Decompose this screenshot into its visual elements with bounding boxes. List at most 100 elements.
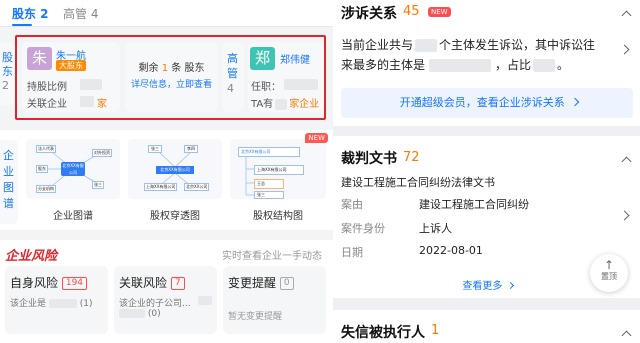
dishonest-count: 1: [431, 323, 440, 338]
remaining-suffix: 条 股东: [171, 63, 205, 74]
summary-part: 当前企业共与: [341, 38, 414, 52]
graph-node: 北京XX公司: [184, 183, 210, 191]
masked-value: [533, 59, 556, 72]
remaining-count: 1: [161, 63, 169, 74]
hold-ratio-label: 持股比例: [27, 82, 67, 93]
change-alert-card[interactable]: 变更提醒 0 暂无变更提醒: [223, 266, 326, 334]
side-char: 高: [227, 52, 238, 65]
back-to-top-button[interactable]: ↑ 置顶: [590, 254, 628, 292]
avatar: 朱: [27, 47, 52, 70]
graph-center-node: 北京XX有限公司: [61, 162, 85, 176]
graph-node: 李四: [184, 145, 198, 153]
right-panel: 涉诉关系 45 NEW 当前企业共与 个主体发生诉讼，其中诉讼往 来最多的主体是 ，…: [333, 0, 640, 343]
view-details-link[interactable]: 详尽信息，立即查看: [125, 77, 218, 90]
document-title[interactable]: 建设工程施工合同纠纷法律文书: [341, 174, 495, 190]
executive-side-stub[interactable]: 高 管 4: [222, 42, 244, 112]
judgment-count: 72: [403, 150, 420, 165]
equity-structure-thumbnail: 北京XX有限公司 上海XX有限公司 王总 张三: [230, 139, 326, 199]
shareholder-tabs: 股东 2 高管 4: [0, 0, 333, 27]
judgment-title: 裁判文书: [341, 151, 397, 167]
chevron-right-icon: [571, 97, 580, 107]
new-badge: NEW: [428, 7, 451, 17]
shareholder-card[interactable]: 朱 朱一航 大股东 持股比例 关联企业 家: [22, 42, 120, 112]
shareholder-side-stub[interactable]: 股 东 2: [0, 43, 16, 105]
graph-side-stub[interactable]: 企 业 图 谱: [0, 140, 18, 224]
equity-penetration-thumbnail: 张三 李四 北京XX有限公司 上海XX有限公司 北京XX公司: [128, 139, 222, 199]
graph-node: 法人代表: [36, 145, 56, 153]
executive-card[interactable]: 郑 郑伟健 任职： TA有 家企业: [248, 42, 324, 112]
remaining-shareholders-card[interactable]: 剩余 1 条 股东 详尽信息，立即查看: [125, 42, 218, 112]
summary-part: 。: [557, 58, 570, 72]
left-panel: 股东 2 高管 4 股 东 2 朱 朱一航 大股东 持股比例 关联企业 家 剩余…: [0, 0, 333, 343]
case-cause-label: 案由: [341, 198, 363, 211]
judgment-section: 裁判文书 72 建设工程施工合同纠纷法律文书 案由 建设工程施工合同纠纷 案件身…: [333, 136, 640, 298]
lawsuit-section: 涉诉关系 45 NEW 当前企业共与 个主体发生诉讼，其中诉讼往 来最多的主体是 ，…: [333, 0, 640, 126]
executive-name[interactable]: 郑伟健: [280, 51, 310, 66]
related-risk-count: 7: [170, 277, 185, 290]
remaining-prefix: 剩余: [138, 63, 159, 74]
self-risk-tail: (1): [79, 299, 93, 309]
side-char: 图: [3, 181, 14, 194]
summary-part: 个主体发生诉讼，其中诉讼往: [439, 38, 596, 52]
graph-node: 上海XX有限公司: [144, 183, 178, 191]
masked-value: [415, 39, 438, 52]
collapse-icon[interactable]: [621, 330, 632, 341]
masked-value: [275, 98, 288, 110]
graph-node: 张三: [92, 181, 104, 189]
masked-value: [80, 79, 102, 90]
avatar: 郑: [250, 47, 275, 70]
change-alert-count: 0: [279, 277, 294, 290]
exec-related-suffix: 家企业: [289, 99, 320, 110]
lawsuit-count: 45: [403, 4, 420, 19]
view-more-text: 查看更多: [462, 281, 503, 292]
risk-slogan: 实时查看企业一手动态: [222, 251, 322, 262]
masked-value: [80, 96, 94, 107]
arrow-up-icon: ↑: [603, 258, 615, 272]
graph-node: 王总: [254, 179, 284, 189]
vip-text: 开通超级会员，查看企业涉诉关系: [399, 96, 565, 109]
summary-part: 来最多的主体是: [341, 58, 426, 72]
related-unit: 家: [97, 99, 107, 110]
back-to-top-label: 置顶: [601, 272, 617, 281]
masked-value: [198, 296, 212, 305]
self-risk-label: 自身风险: [10, 276, 59, 290]
enterprise-graph-thumbnail: 北京XX有限公司 法人代表 股东 分支机构 对外投资 张三: [26, 139, 120, 199]
related-risk-tail: (0): [147, 309, 161, 319]
self-risk-card[interactable]: 自身风险 194 该企业是 (1): [5, 266, 108, 334]
dishonest-title: 失信被执行人: [341, 325, 425, 341]
enterprise-graph-card[interactable]: 北京XX有限公司 法人代表 股东 分支机构 对外投资 张三 企业图谱: [24, 137, 122, 225]
side-char: 业: [3, 165, 14, 178]
side-char: 管: [227, 67, 238, 80]
enterprise-graph-label: 企业图谱: [53, 211, 93, 222]
tab-executives[interactable]: 高管 4: [63, 5, 98, 22]
lawsuit-summary: 当前企业共与 个主体发生诉讼，其中诉讼往 来最多的主体是 ，占比 。: [341, 35, 616, 75]
side-char: 2: [2, 79, 9, 92]
case-cause-value: 建设工程施工合同纠纷: [419, 198, 529, 211]
risk-title: 企业风险: [5, 249, 58, 264]
self-risk-desc: 该企业是: [10, 299, 47, 309]
chevron-right-icon[interactable]: [619, 44, 630, 55]
lawsuit-title: 涉诉关系: [341, 6, 397, 22]
side-char: 4: [227, 82, 234, 95]
position-label: 任职：: [251, 82, 281, 93]
dishonest-section: 失信被执行人 1: [333, 310, 640, 343]
vip-lawsuit-banner[interactable]: 开通超级会员，查看企业涉诉关系: [341, 88, 633, 118]
side-char: 谱: [3, 197, 14, 210]
side-char: 企: [3, 149, 14, 162]
equity-penetration-card[interactable]: 张三 李四 北京XX有限公司 上海XX有限公司 北京XX公司 股权穿透图: [126, 137, 224, 225]
related-risk-desc: 该企业的子公司...: [119, 299, 191, 309]
graph-node: 分支机构: [36, 185, 56, 193]
tab-shareholders[interactable]: 股东 2: [12, 5, 49, 22]
major-shareholder-badge: 大股东: [56, 60, 86, 71]
equity-structure-label: 股权结构图: [253, 211, 303, 222]
collapse-icon[interactable]: [621, 156, 632, 167]
equity-structure-card[interactable]: 北京XX有限公司 上海XX有限公司 王总 张三 NEW 股权结构图: [228, 133, 328, 225]
masked-value: [429, 59, 492, 72]
exec-related-prefix: TA有: [251, 99, 274, 110]
active-tab-indicator: [12, 24, 32, 26]
related-risk-card[interactable]: 关联风险 7 该企业的子公司... (0): [114, 266, 217, 334]
change-alert-label: 变更提醒: [228, 276, 277, 290]
date-value: 2022-08-01: [419, 244, 483, 257]
collapse-icon[interactable]: [621, 10, 632, 21]
chevron-right-icon[interactable]: [619, 210, 630, 221]
